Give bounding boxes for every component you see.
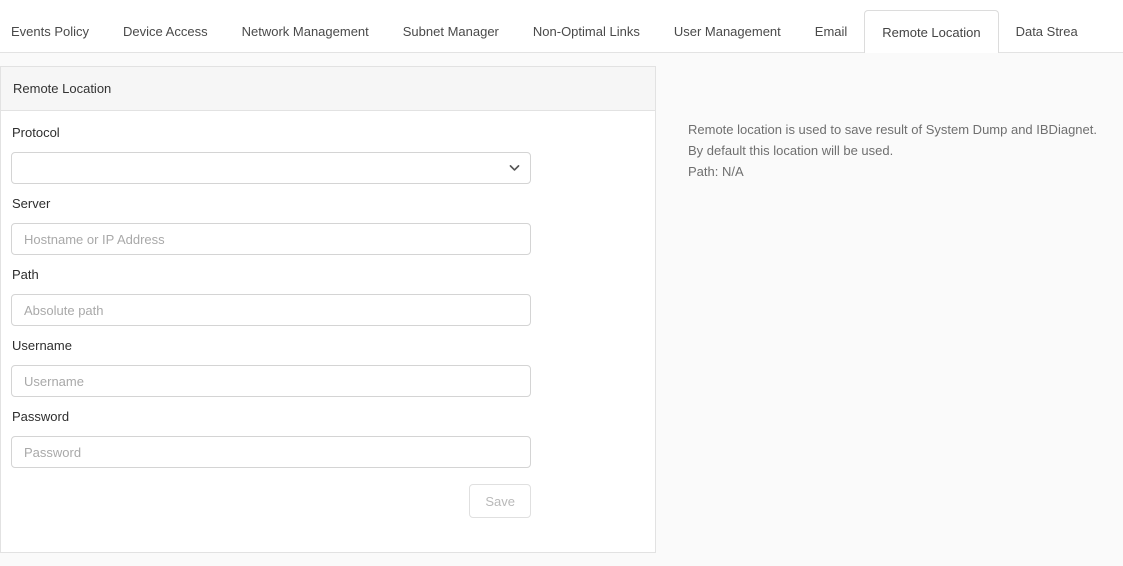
panel-title: Remote Location [1,67,655,111]
tab-network-management[interactable]: Network Management [225,10,386,52]
save-row: Save [11,484,531,518]
tab-data-strea[interactable]: Data Strea [999,10,1095,52]
tab-remote-location[interactable]: Remote Location [864,10,998,53]
remote-path-value: Path: N/A [688,161,1118,182]
settings-tab-bar: Events PolicyDevice AccessNetwork Manage… [0,0,1123,53]
username-label: Username [12,338,645,353]
tab-email[interactable]: Email [798,10,865,52]
tab-user-management[interactable]: User Management [657,10,798,52]
protocol-label: Protocol [12,125,645,140]
save-button[interactable]: Save [469,484,531,518]
password-label: Password [12,409,645,424]
path-label: Path [12,267,645,282]
path-input[interactable] [11,294,531,326]
remote-location-panel: Remote Location Protocol Server Path Use… [0,66,656,553]
remote-location-form: Protocol Server Path Username Password [1,111,655,526]
username-input[interactable] [11,365,531,397]
remote-location-description: Remote location is used to save result o… [688,119,1118,182]
tab-device-access[interactable]: Device Access [106,10,225,52]
password-input[interactable] [11,436,531,468]
tab-events-policy[interactable]: Events Policy [0,10,106,52]
tab-non-optimal-links[interactable]: Non-Optimal Links [516,10,657,52]
settings-content: Remote Location Protocol Server Path Use… [0,53,1123,566]
tab-subnet-manager[interactable]: Subnet Manager [386,10,516,52]
info-line-1: Remote location is used to save result o… [688,119,1118,140]
server-label: Server [12,196,645,211]
protocol-select[interactable] [11,152,531,184]
server-input[interactable] [11,223,531,255]
info-line-2: By default this location will be used. [688,140,1118,161]
protocol-select-wrap [11,152,531,184]
